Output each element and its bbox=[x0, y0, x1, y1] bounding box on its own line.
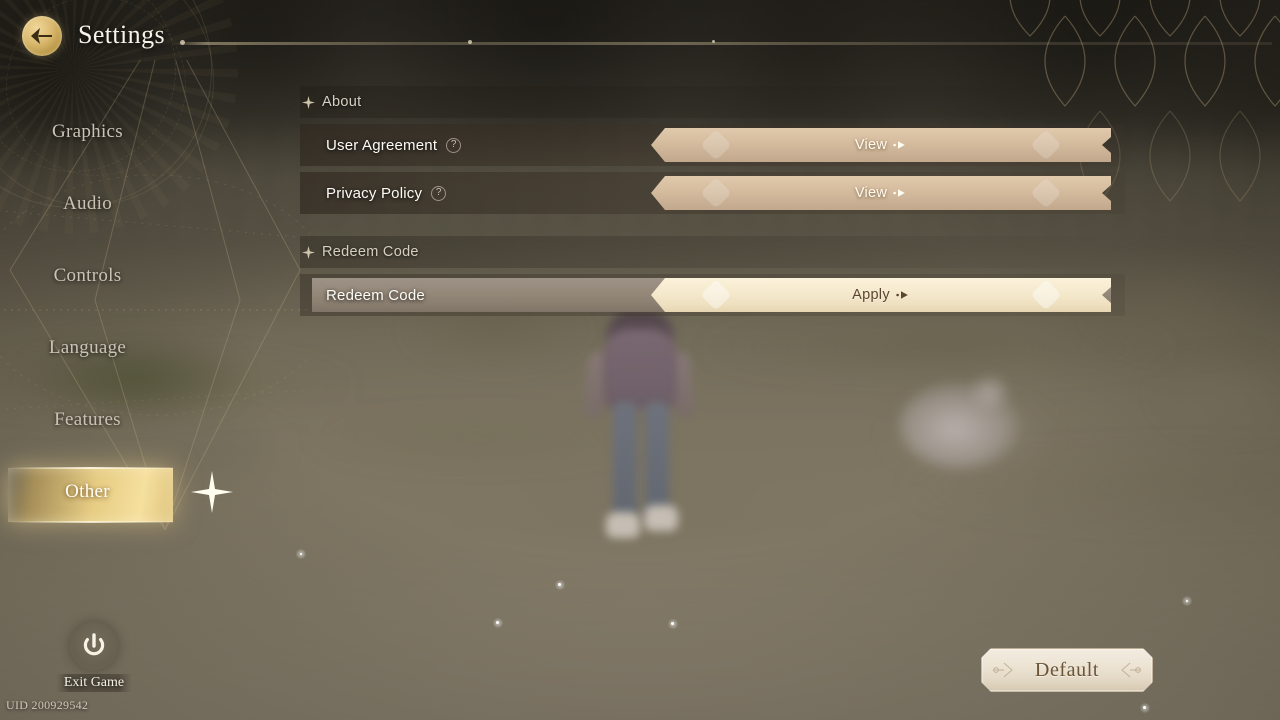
uid-text: UID 200929542 bbox=[6, 698, 89, 712]
player-character bbox=[644, 505, 678, 531]
sidebar-item-label: Graphics bbox=[52, 121, 123, 142]
divider-dot bbox=[180, 40, 185, 45]
divider-dot bbox=[468, 40, 472, 44]
arrow-icon bbox=[893, 140, 907, 150]
exit-game-circle bbox=[70, 622, 118, 670]
section-redeem-code: Redeem Code Redeem Code Apply bbox=[300, 236, 1125, 316]
back-arrow-icon bbox=[31, 28, 52, 44]
row-user-agreement: User Agreement ? View bbox=[300, 124, 1125, 166]
settings-content: About User Agreement ? View Privacy Poli… bbox=[300, 86, 1125, 330]
exit-game-label: Exit Game bbox=[55, 674, 133, 692]
arrow-icon bbox=[896, 290, 910, 300]
power-icon bbox=[83, 633, 105, 656]
section-title: Redeem Code bbox=[322, 244, 419, 260]
player-character bbox=[645, 402, 669, 522]
sidebar-item-label: Controls bbox=[53, 265, 122, 286]
sparkle-icon bbox=[191, 471, 233, 513]
default-button[interactable]: Default bbox=[981, 648, 1153, 692]
redeem-code-placeholder: Redeem Code bbox=[326, 286, 425, 304]
button-flourish-icon bbox=[1112, 659, 1142, 681]
sidebar-item-controls[interactable]: Controls bbox=[0, 240, 220, 312]
settings-sidebar: Graphics Audio Controls Language Feature… bbox=[0, 96, 233, 528]
action-text: View bbox=[854, 137, 888, 153]
title-divider bbox=[172, 42, 1272, 45]
sidebar-item-features[interactable]: Features bbox=[0, 384, 220, 456]
sparkle-icon bbox=[302, 245, 315, 259]
question-mark-icon[interactable]: ? bbox=[431, 185, 447, 201]
section-title: About bbox=[322, 94, 362, 110]
row-redeem-code: Redeem Code Apply bbox=[300, 274, 1125, 316]
question-mark-icon[interactable]: ? bbox=[446, 137, 462, 153]
action-text: View bbox=[854, 185, 888, 201]
button-diamond-ornament bbox=[1030, 129, 1061, 160]
button-diamond-ornament bbox=[700, 129, 731, 160]
action-label: View bbox=[855, 137, 907, 153]
sidebar-item-label: Language bbox=[48, 337, 127, 358]
sidebar-item-graphics[interactable]: Graphics bbox=[0, 96, 220, 168]
section-header: Redeem Code bbox=[300, 236, 1125, 268]
page-title: Settings bbox=[78, 20, 165, 49]
player-character bbox=[603, 330, 677, 410]
action-label: Apply bbox=[852, 287, 910, 303]
button-diamond-ornament bbox=[700, 177, 731, 208]
divider-dot bbox=[712, 40, 715, 43]
sidebar-item-label: Other bbox=[65, 481, 110, 502]
row-privacy-policy: Privacy Policy ? View bbox=[300, 172, 1125, 214]
view-user-agreement-button[interactable]: View bbox=[651, 128, 1111, 162]
sidebar-item-label: Audio bbox=[63, 193, 112, 214]
apply-redeem-code-button[interactable]: Apply bbox=[651, 278, 1111, 312]
action-label: View bbox=[855, 185, 907, 201]
exit-game-button[interactable]: Exit Game bbox=[52, 622, 136, 692]
row-label: User Agreement bbox=[326, 136, 438, 154]
arrow-icon bbox=[893, 188, 907, 198]
section-about: About User Agreement ? View Privacy Poli… bbox=[300, 86, 1125, 214]
button-diamond-ornament bbox=[700, 279, 731, 310]
sidebar-item-language[interactable]: Language bbox=[0, 312, 220, 384]
sidebar-item-audio[interactable]: Audio bbox=[0, 168, 220, 240]
sparkle-icon bbox=[302, 95, 315, 109]
button-diamond-ornament bbox=[1030, 279, 1061, 310]
player-character bbox=[606, 512, 640, 538]
button-flourish-icon bbox=[992, 659, 1022, 681]
action-text: Apply bbox=[852, 287, 890, 303]
sidebar-item-label: Features bbox=[54, 409, 121, 430]
page-header: Settings bbox=[0, 0, 1280, 70]
row-label: Privacy Policy bbox=[326, 184, 423, 202]
player-character bbox=[613, 402, 637, 522]
section-header: About bbox=[300, 86, 1125, 118]
view-privacy-policy-button[interactable]: View bbox=[651, 176, 1111, 210]
background-creature bbox=[968, 372, 1012, 412]
back-button[interactable] bbox=[22, 16, 62, 56]
default-button-label: Default bbox=[1034, 658, 1100, 681]
button-diamond-ornament bbox=[1030, 177, 1061, 208]
sidebar-item-other[interactable]: Other bbox=[0, 456, 233, 528]
